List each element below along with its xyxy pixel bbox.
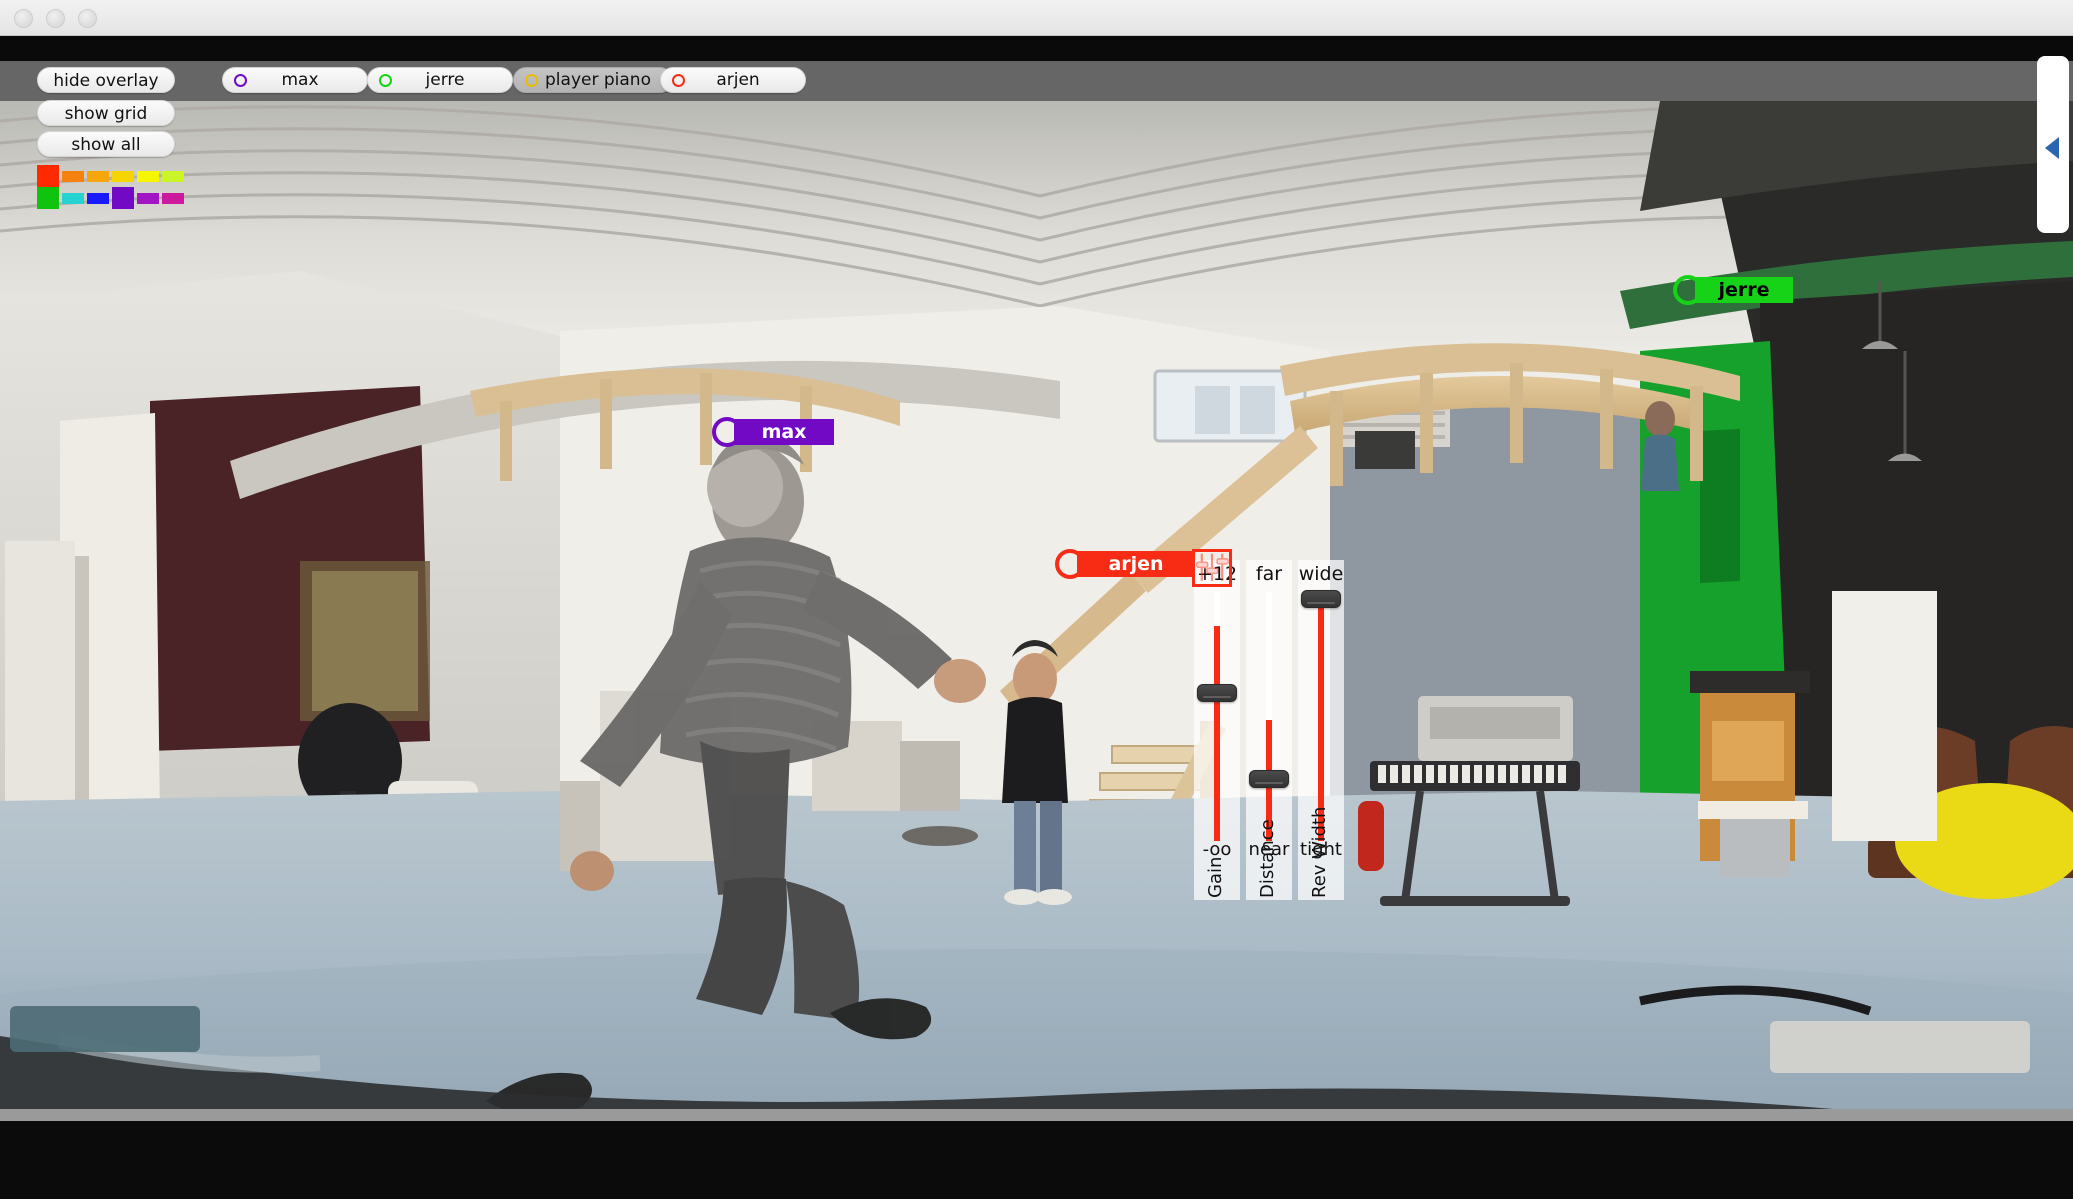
source-button-jerre[interactable]: jerre	[367, 67, 513, 93]
side-panel-toggle[interactable]	[2037, 56, 2069, 233]
color-palette-row-cool	[37, 187, 187, 209]
triangle-left-icon	[2045, 137, 2059, 159]
source-label: player piano	[545, 70, 651, 90]
color-swatch[interactable]	[62, 192, 84, 204]
hide-overlay-button[interactable]: hide overlay	[37, 67, 175, 93]
marker-ring-icon	[712, 417, 742, 447]
source-color-dot-icon	[234, 73, 247, 87]
color-palette	[37, 165, 187, 215]
color-swatch[interactable]	[162, 192, 184, 204]
color-palette-row-warm	[37, 165, 187, 187]
slider-fill	[1318, 601, 1324, 841]
slider-gain[interactable]: +12 -oo Gain	[1194, 560, 1240, 900]
window-bottom-letterbox	[0, 1121, 2073, 1199]
marker-label: arjen	[1077, 551, 1195, 577]
close-button[interactable]	[14, 9, 33, 28]
window-titlebar	[0, 0, 2073, 36]
color-swatch[interactable]	[37, 187, 59, 209]
app-window: hide overlay show grid show all max jerr…	[0, 0, 2073, 1199]
source-label: jerre	[425, 70, 465, 90]
source-color-dot-icon	[525, 73, 538, 87]
source-marker-arjen[interactable]: arjen	[1055, 549, 1195, 579]
sliders-ghost-icon	[1196, 553, 1229, 581]
color-swatch[interactable]	[37, 165, 59, 187]
source-marker-max[interactable]: max	[712, 417, 834, 447]
source-button-arjen[interactable]: arjen	[660, 67, 806, 93]
color-swatch[interactable]	[112, 187, 134, 209]
slider-handle[interactable]	[1249, 770, 1289, 788]
slider-handle[interactable]	[1197, 684, 1237, 702]
show-grid-button[interactable]: show grid	[37, 100, 175, 126]
slider-fill	[1214, 626, 1220, 841]
source-label: max	[281, 70, 319, 90]
panorama-image	[0, 101, 2073, 1109]
color-swatch[interactable]	[137, 170, 159, 182]
titlebar-black-band	[0, 36, 2073, 61]
slider-rev-width[interactable]: wide tight Rev Width	[1298, 560, 1344, 900]
color-swatch[interactable]	[112, 170, 134, 182]
color-swatch[interactable]	[87, 192, 109, 204]
marker-label: max	[734, 419, 834, 445]
slider-distance[interactable]: far near Distance	[1246, 560, 1292, 900]
slider-name: Rev Width	[1309, 806, 1330, 898]
source-color-dot-icon	[379, 73, 392, 87]
panorama-viewport[interactable]	[0, 101, 2073, 1109]
selection-highlight-box	[1192, 549, 1232, 587]
slider-handle[interactable]	[1301, 590, 1341, 608]
color-swatch[interactable]	[137, 192, 159, 204]
source-color-dot-icon	[672, 73, 685, 87]
zoom-button[interactable]	[78, 9, 97, 28]
color-swatch[interactable]	[62, 170, 84, 182]
show-all-button[interactable]: show all	[37, 131, 175, 157]
parameter-sliders-group: +12 -oo Gain far near Distance wide tigh…	[1194, 560, 1344, 900]
color-swatch[interactable]	[162, 170, 184, 182]
source-button-player-piano[interactable]: player piano	[513, 67, 673, 93]
source-label: arjen	[716, 70, 760, 90]
slider-name: Gain	[1205, 856, 1226, 898]
scene-bottom-divider	[0, 1109, 2073, 1121]
marker-ring-icon	[1055, 549, 1085, 579]
source-marker-jerre[interactable]: jerre	[1673, 275, 1793, 305]
marker-ring-icon	[1673, 275, 1703, 305]
minimize-button[interactable]	[46, 9, 65, 28]
slider-max-label: far	[1255, 563, 1283, 585]
slider-name: Distance	[1257, 819, 1278, 898]
color-swatch[interactable]	[87, 170, 109, 182]
source-button-max[interactable]: max	[222, 67, 368, 93]
marker-label: jerre	[1695, 277, 1793, 303]
slider-max-label: wide	[1298, 563, 1344, 585]
